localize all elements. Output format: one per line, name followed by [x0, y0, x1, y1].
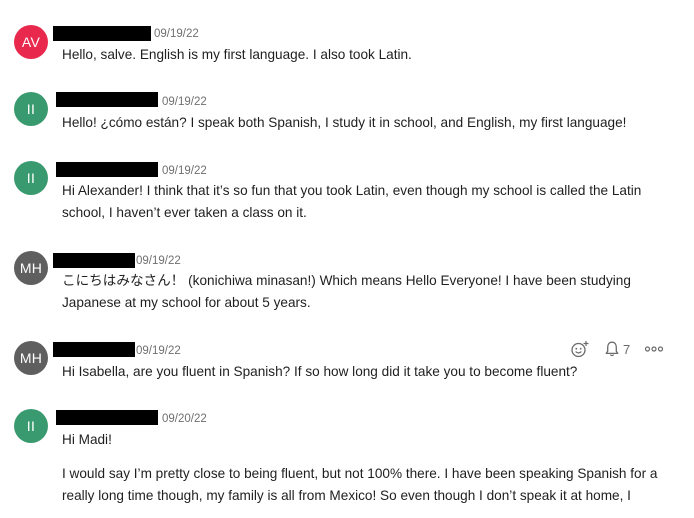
- avatar[interactable]: II: [14, 92, 48, 126]
- author-name-redacted: [56, 92, 158, 107]
- bell-icon: [605, 341, 619, 357]
- author-name-redacted: [53, 253, 135, 268]
- post-paragraph: I would say I’m pretty close to being fl…: [62, 466, 658, 503]
- post-body: Hi Madi! I would say I’m pretty close to…: [62, 429, 677, 507]
- post-paragraph: Hi Madi!: [62, 432, 112, 447]
- post-body: Hi Isabella, are you fluent in Spanish? …: [62, 361, 677, 383]
- author-name-redacted: [56, 162, 158, 177]
- more-options-button[interactable]: [644, 340, 664, 358]
- post-actions: 7: [570, 340, 664, 358]
- avatar[interactable]: II: [14, 409, 48, 443]
- avatar[interactable]: MH: [14, 251, 48, 285]
- post-body: Hello! ¿cómo están? I speak both Spanish…: [62, 112, 677, 134]
- post-date: 09/19/22: [162, 165, 207, 177]
- add-reaction-button[interactable]: [570, 340, 590, 358]
- more-options-icon: [645, 346, 664, 352]
- author-name-redacted: [53, 342, 135, 357]
- author-name-redacted: [56, 410, 158, 425]
- discussion-feed: AV 09/19/22 Hello, salve. English is my …: [0, 0, 694, 518]
- post-paragraph: Hi Alexander! I think that it’s so fun t…: [62, 183, 642, 220]
- post-paragraph: Hello! ¿cómo están? I speak both Spanish…: [62, 115, 627, 130]
- post-date: 09/19/22: [136, 345, 181, 357]
- post-date: 09/20/22: [162, 413, 207, 425]
- post-paragraph: こにちはみなさん！ (konichiwa minasan!) Which mea…: [62, 273, 631, 310]
- avatar[interactable]: II: [14, 161, 48, 195]
- avatar[interactable]: AV: [14, 25, 48, 59]
- author-name-redacted: [53, 26, 151, 41]
- post-date: 09/19/22: [154, 28, 199, 40]
- post-paragraph: Hi Isabella, are you fluent in Spanish? …: [62, 364, 578, 379]
- post-paragraph: Hello, salve. English is my first langua…: [62, 47, 412, 62]
- post-date: 09/19/22: [136, 255, 181, 267]
- notification-count: 7: [623, 341, 631, 357]
- notification-button[interactable]: 7: [604, 340, 630, 358]
- post-body: こにちはみなさん！ (konichiwa minasan!) Which mea…: [62, 270, 677, 314]
- post-body: Hi Alexander! I think that it’s so fun t…: [62, 180, 677, 224]
- post-date: 09/19/22: [162, 96, 207, 108]
- avatar[interactable]: MH: [14, 341, 48, 375]
- add-reaction-icon: [571, 341, 589, 358]
- post-body: Hello, salve. English is my first langua…: [62, 44, 677, 66]
